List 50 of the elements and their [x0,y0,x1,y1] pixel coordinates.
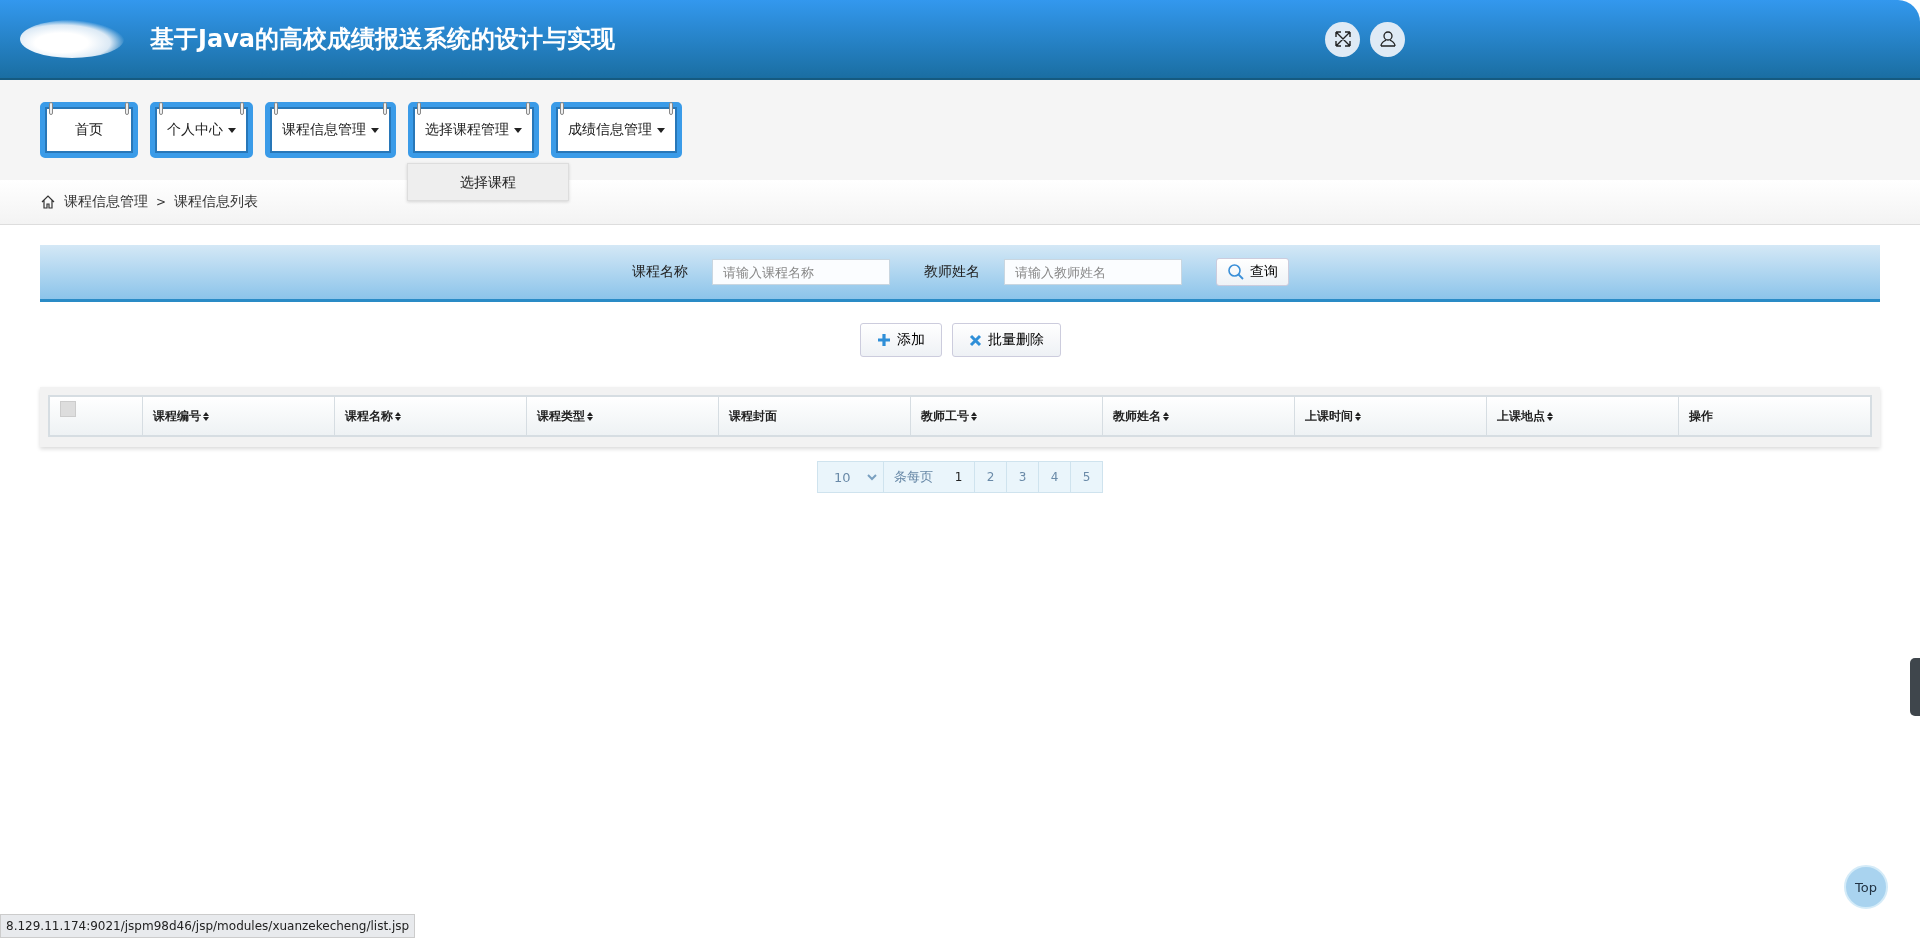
column-header[interactable]: 上课地点 [1486,397,1678,435]
binder-ring-icon [125,102,129,115]
nav-menu-button[interactable]: 选择课程管理 [408,102,539,158]
action-button[interactable]: 批量删除 [951,323,1061,357]
chevron-down-icon [867,473,877,481]
select-all-checkbox[interactable] [60,401,76,417]
site-title: 基于Java的高校成绩报送系统的设计与实现 [150,24,615,55]
breadcrumb-item[interactable]: 课程信息管理 [64,193,148,211]
binder-ring-icon [417,102,421,115]
back-to-top-button[interactable]: Top [1844,865,1888,909]
status-url: 8.129.11.174:9021/jspm98d46/jsp/modules/xuanzekecheng/list.jsp [0,914,416,938]
binder-ring-icon [240,102,244,115]
column-header[interactable]: 上课时间 [1294,397,1486,435]
per-page-label: 条每页 [893,468,934,486]
column-header[interactable]: 课程编号 [142,397,334,435]
binder-ring-icon [560,102,564,115]
user-icon [1377,29,1398,49]
search-field[interactable]: 请输入课程名称 [711,259,890,285]
plus-icon [876,333,891,347]
binder-ring-icon [383,102,387,115]
search-button[interactable]: 查询 [1215,258,1289,286]
column-header[interactable]: 课程类型 [526,397,718,435]
search-icon [1226,263,1245,281]
nav-menu-button[interactable]: 成绩信息管理 [551,102,682,158]
column-header[interactable]: 课程封面 [718,397,910,435]
fullscreen-button[interactable] [1325,21,1360,57]
action-button[interactable]: 添加 [859,323,942,357]
binder-ring-icon [49,102,53,115]
binder-ring-icon [669,102,673,115]
column-header[interactable]: 课程名称 [334,397,526,435]
nav-menu-button[interactable]: 个人中心 [150,102,253,158]
column-header[interactable]: 教师工号 [910,397,1102,435]
column-header[interactable]: 教师姓名 [1102,397,1294,435]
binder-ring-icon [526,102,530,115]
breadcrumb-item: 课程信息列表 [174,193,259,211]
expand-arrows-icon [1332,29,1353,49]
nav-menu-button[interactable]: 课程信息管理 [265,102,396,158]
binder-ring-icon [159,102,163,115]
home-icon [40,194,56,210]
cross-icon [968,333,982,347]
binder-ring-icon [274,102,278,115]
dropdown-item[interactable]: 选择课程 [408,164,568,200]
field-label: 课程名称 [631,263,688,281]
nav-menu-button[interactable]: 首页 [40,102,138,158]
user-button[interactable] [1370,21,1405,57]
field-label: 教师姓名 [923,263,980,281]
breadcrumb-separator: > [156,195,167,209]
side-tab[interactable] [1910,658,1920,716]
search-field[interactable]: 请输入教师姓名 [1003,259,1182,285]
column-header[interactable]: 操作 [1678,397,1870,435]
